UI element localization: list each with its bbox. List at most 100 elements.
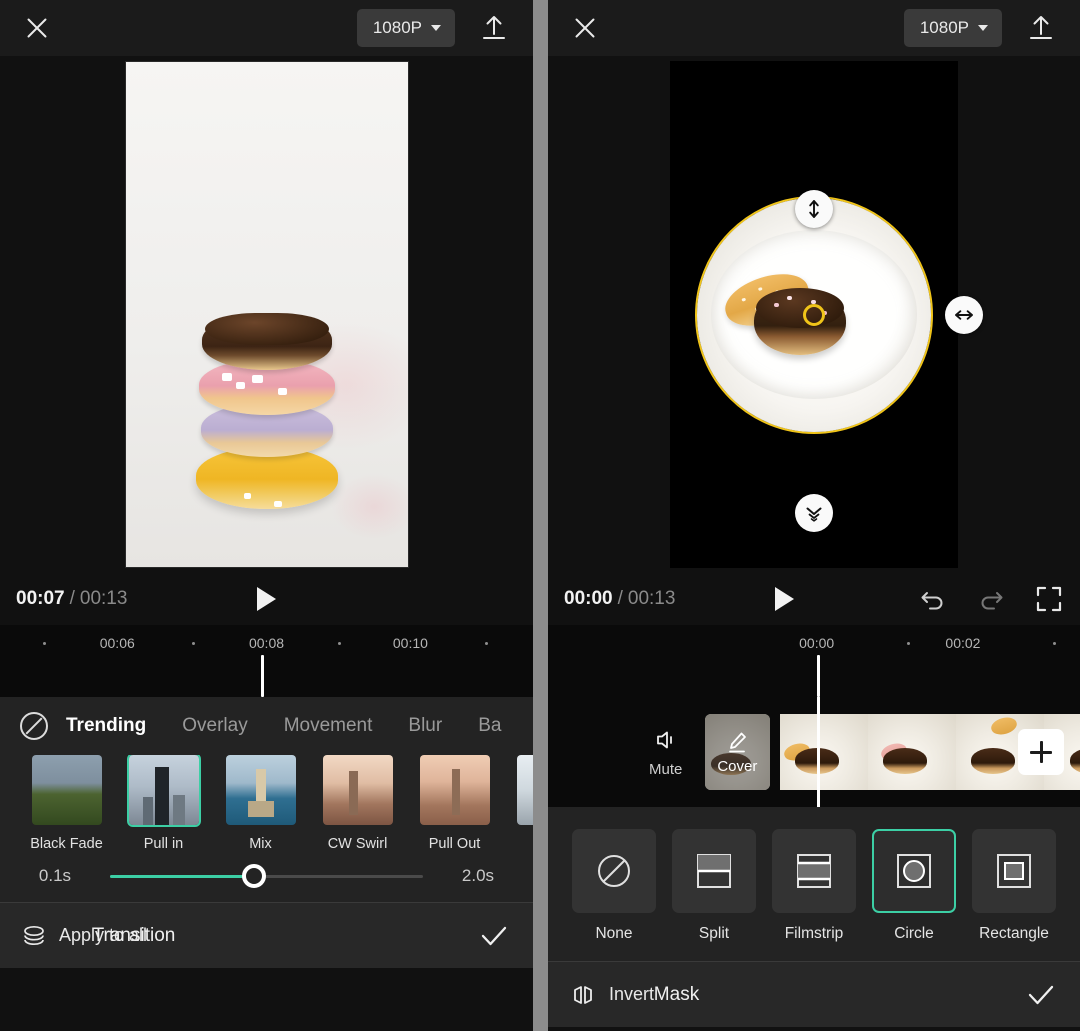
slider-handle[interactable] [242, 864, 266, 888]
resize-vertical-icon[interactable] [795, 190, 833, 228]
playhead[interactable] [261, 655, 264, 697]
transition-label: Pull Out [429, 836, 481, 852]
video-preview-right[interactable] [670, 61, 958, 568]
invert-label: Invert [609, 984, 654, 1005]
mute-speaker-icon [652, 726, 680, 754]
total-time: 00:13 [628, 588, 676, 610]
mask-center-ring-icon[interactable] [803, 304, 825, 326]
cover-label: Cover [717, 758, 757, 775]
right-bottom-bar: Invert Mask [548, 961, 1080, 1027]
video-preview-left[interactable] [125, 61, 409, 568]
tab-overlay[interactable]: Overlay [164, 715, 265, 737]
close-icon[interactable] [570, 13, 600, 43]
transition-thumbnail [323, 755, 393, 825]
redo-icon[interactable] [976, 584, 1006, 614]
apply-to-all-label: Apply to all [59, 925, 147, 946]
no-transition-icon[interactable] [20, 712, 48, 740]
donut-chocolate-top [205, 313, 329, 345]
invert-button[interactable]: Invert [570, 982, 654, 1008]
transition-item-pull-out[interactable]: Pull Out [406, 755, 503, 852]
pencil-edit-icon [724, 729, 750, 755]
transition-thumbnail [226, 755, 296, 825]
transition-item-cw-swirl[interactable]: CW Swirl [309, 755, 406, 852]
plus-icon [1029, 740, 1053, 764]
filmstrip-frame[interactable] [868, 714, 956, 790]
current-time: 00:07 [16, 588, 65, 610]
total-time: 00:13 [80, 588, 128, 610]
transition-item-mix[interactable]: Mix [212, 755, 309, 852]
transition-item-bu[interactable]: Bu [503, 755, 533, 852]
export-upload-icon[interactable] [477, 11, 511, 45]
right-video-stage [548, 56, 1080, 573]
ruler-tick: 00:06 [100, 635, 135, 651]
duration-slider[interactable] [110, 875, 423, 878]
ruler-tick: 00:10 [393, 635, 428, 651]
right-topbar: 1080P [548, 0, 1080, 56]
undo-icon[interactable] [918, 584, 948, 614]
right-panel-mask-editor: 1080P [548, 0, 1080, 1031]
feather-chevrons-icon[interactable] [795, 494, 833, 532]
right-player-bar: 00:00 / 00:13 [548, 573, 1080, 625]
tab-blur[interactable]: Blur [390, 715, 460, 737]
transition-item-black-fade[interactable]: Black Fade [18, 755, 115, 852]
resolution-selector[interactable]: 1080P [357, 9, 455, 47]
track-playhead[interactable] [817, 697, 820, 807]
slider-min-label: 0.1s [0, 866, 110, 886]
time-separator: / [618, 588, 623, 610]
transition-thumbnail [32, 755, 102, 825]
mask-label: None [595, 925, 632, 943]
resolution-selector[interactable]: 1080P [904, 9, 1002, 47]
ruler-tick-dot [907, 642, 910, 645]
mask-label: Split [699, 925, 729, 943]
left-timeline-ruler[interactable]: 00:06 00:08 00:10 [0, 625, 533, 697]
tab-basic[interactable]: Ba [460, 715, 519, 737]
resize-horizontal-icon[interactable] [945, 296, 983, 334]
transition-label: Pull in [144, 836, 184, 852]
filmstrip-mask-icon [772, 829, 856, 913]
add-clip-button[interactable] [1018, 729, 1064, 775]
close-icon[interactable] [22, 13, 52, 43]
left-bottom-bar: Apply to all Transition [0, 902, 533, 968]
mask-item-rectangle[interactable]: Rectangle [964, 829, 1064, 943]
fullscreen-icon[interactable] [1034, 584, 1064, 614]
dual-screenshot-container: 1080P [0, 0, 1080, 1031]
current-time: 00:00 [564, 588, 613, 610]
transition-category-tabs: Trending Overlay Movement Blur Ba [0, 697, 533, 755]
left-player-bar: 00:07 / 00:13 [0, 573, 533, 625]
transition-label: CW Swirl [328, 836, 388, 852]
checkmark-icon[interactable] [1024, 978, 1058, 1012]
checkmark-icon[interactable] [477, 919, 511, 953]
left-video-stage [0, 56, 533, 573]
mute-button[interactable]: Mute [626, 726, 704, 778]
mask-label: Rectangle [979, 925, 1049, 943]
mask-item-circle[interactable]: Circle [864, 829, 964, 943]
export-upload-icon[interactable] [1024, 11, 1058, 45]
rectangle-mask-icon [972, 829, 1056, 913]
mask-item-none[interactable]: None [564, 829, 664, 943]
mask-label: Filmstrip [785, 925, 844, 943]
transition-item-pull-in[interactable]: Pull in [115, 755, 212, 852]
transition-thumbnail [420, 755, 490, 825]
filmstrip-frame[interactable] [780, 714, 868, 790]
split-mask-icon [672, 829, 756, 913]
play-icon[interactable] [257, 587, 276, 611]
chevron-down-icon [978, 25, 988, 31]
donut-chocolate-top [756, 288, 844, 328]
donut-chocolate [754, 289, 846, 355]
ruler-tick-dot [192, 642, 195, 645]
mask-item-split[interactable]: Split [664, 829, 764, 943]
sprinkle [252, 375, 263, 383]
playhead[interactable] [817, 655, 820, 697]
right-timeline-ruler[interactable]: 00:00 00:02 [548, 625, 1080, 697]
sprinkle [274, 501, 282, 507]
tab-trending[interactable]: Trending [48, 715, 164, 737]
player-actions [918, 584, 1064, 614]
panel-divider [533, 0, 548, 1031]
tab-movement[interactable]: Movement [266, 715, 391, 737]
slider-fill [110, 875, 254, 878]
mask-item-filmstrip[interactable]: Filmstrip [764, 829, 864, 943]
play-icon[interactable] [775, 587, 794, 611]
apply-to-all-button[interactable]: Apply to all [22, 924, 147, 948]
time-separator: / [70, 588, 75, 610]
cover-button[interactable]: Cover [705, 714, 770, 790]
